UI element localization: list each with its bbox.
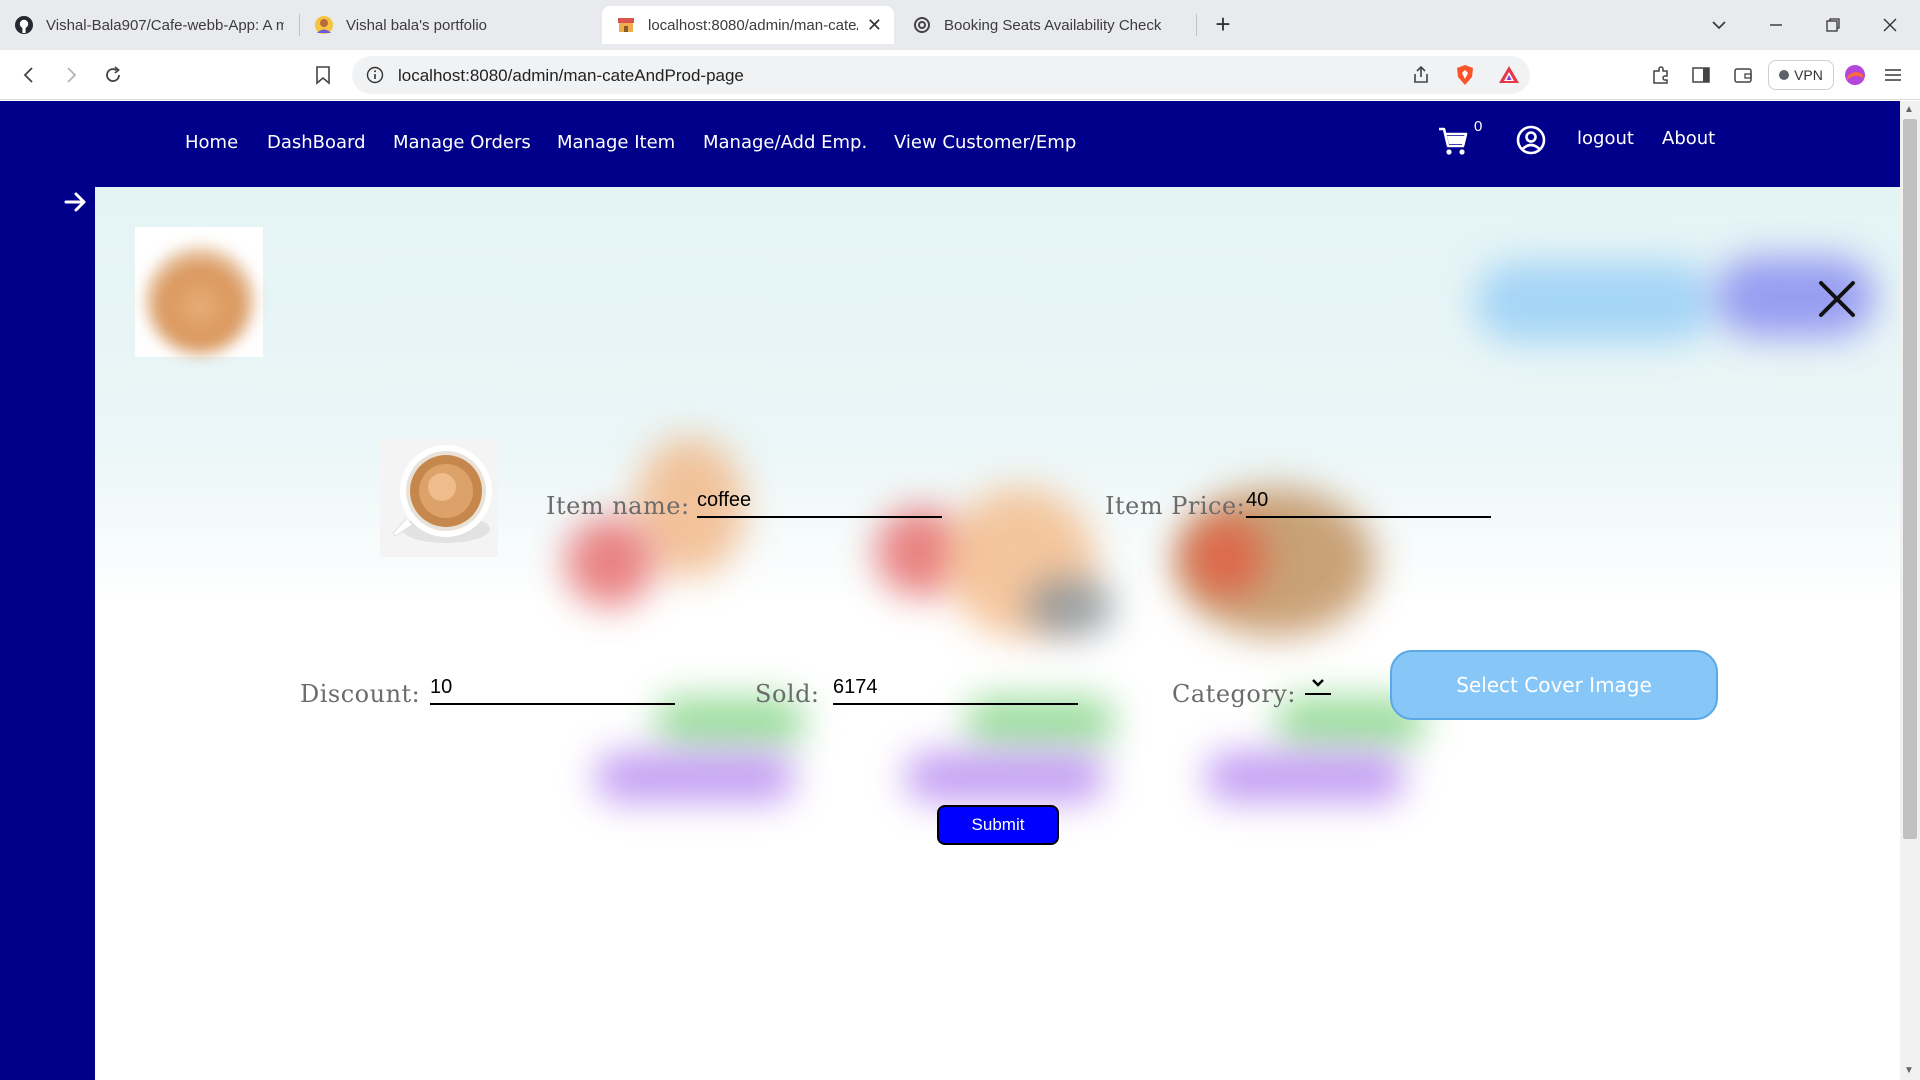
nav-dashboard[interactable]: DashBoard (267, 132, 366, 153)
blurred-background-button (905, 752, 1105, 802)
site-info-icon[interactable] (364, 64, 386, 86)
tab-localhost-active[interactable]: localhost:8080/admin/man-cateAn ✕ (602, 6, 894, 44)
account-icon[interactable] (1515, 124, 1547, 156)
sidebar-toggle-icon[interactable] (1688, 62, 1714, 88)
blurred-background-button (595, 752, 795, 802)
page-scrollbar[interactable]: ▲ ▼ (1900, 101, 1920, 1080)
url-text: localhost:8080/admin/man-cateAndProd-pag… (398, 66, 744, 85)
close-window-icon[interactable] (1875, 10, 1905, 40)
nav-manage-add-emp[interactable]: Manage/Add Emp. (703, 132, 867, 153)
submit-button[interactable]: Submit (937, 805, 1059, 845)
arrow-right-icon[interactable] (62, 188, 90, 216)
item-price-label: Item Price: (1105, 492, 1246, 520)
nav-view-customer-emp[interactable]: View Customer/Emp (894, 132, 1076, 153)
tab-close-icon[interactable]: ✕ (867, 15, 882, 36)
blurred-background-button (1205, 752, 1405, 802)
sold-label: Sold: (755, 680, 820, 708)
sold-input[interactable] (833, 673, 1078, 705)
manage-item-content: Item name: Item Price: Discount: Sold: C… (95, 187, 1900, 1080)
reload-icon[interactable] (100, 62, 126, 88)
vpn-button[interactable]: VPN (1768, 60, 1834, 90)
nav-manage-item[interactable]: Manage Item (557, 132, 675, 153)
item-name-input[interactable] (697, 486, 942, 518)
openai-icon (912, 15, 932, 35)
tab-label: Booking Seats Availability Check (944, 16, 1162, 34)
about-link[interactable]: About (1662, 128, 1715, 149)
page-viewport: Home DashBoard Manage Orders Manage Item… (0, 101, 1900, 1080)
tab-list-chevron-icon[interactable] (1704, 10, 1734, 40)
select-cover-image-button[interactable]: Select Cover Image (1390, 650, 1718, 720)
cart-icon[interactable] (1436, 124, 1470, 158)
blurred-coffee-image (145, 245, 255, 355)
share-icon[interactable] (1408, 62, 1434, 88)
discount-input[interactable] (430, 673, 675, 705)
discount-label: Discount: (300, 680, 421, 708)
coffee-cup-icon (380, 439, 498, 557)
extensions-icon[interactable] (1648, 62, 1674, 88)
vpn-status-icon (1779, 70, 1790, 80)
brave-rewards-icon[interactable] (1496, 62, 1522, 88)
tab-separator (1196, 14, 1197, 36)
blurred-background-button (1475, 262, 1715, 342)
blurred-product-image (1025, 577, 1115, 637)
address-bar[interactable]: localhost:8080/admin/man-cateAndProd-pag… (352, 56, 1530, 94)
restore-icon[interactable] (1818, 10, 1848, 40)
tab-portfolio[interactable]: Vishal bala's portfolio (300, 6, 598, 44)
browser-tab-bar: Vishal-Bala907/Cafe-webb-App: A more Vis… (0, 0, 1920, 50)
avatar-icon (314, 15, 334, 35)
new-tab-button[interactable]: + (1208, 10, 1238, 40)
forward-icon[interactable] (58, 62, 84, 88)
tab-label: localhost:8080/admin/man-cateAn (648, 16, 858, 34)
top-navbar: Home DashBoard Manage Orders Manage Item… (0, 101, 1900, 187)
brave-profile-icon[interactable] (1842, 62, 1868, 88)
nav-home[interactable]: Home (185, 132, 238, 153)
item-name-label: Item name: (546, 492, 690, 520)
cart-count-badge: 0 (1474, 118, 1483, 135)
cafe-favicon-icon (616, 15, 636, 35)
item-price-input[interactable] (1246, 486, 1491, 518)
tab-github[interactable]: Vishal-Bala907/Cafe-webb-App: A more (0, 6, 298, 44)
scroll-up-icon[interactable]: ▲ (1904, 104, 1914, 115)
tab-label: Vishal-Bala907/Cafe-webb-App: A more (46, 16, 284, 34)
category-label: Category: (1172, 680, 1296, 708)
blurred-product-image (1185, 517, 1265, 597)
github-icon (14, 15, 34, 35)
brave-shields-icon[interactable] (1452, 62, 1478, 88)
item-image-preview (380, 439, 498, 557)
browser-toolbar: localhost:8080/admin/man-cateAndProd-pag… (0, 50, 1920, 100)
category-select[interactable] (1305, 673, 1331, 695)
wallet-icon[interactable] (1730, 62, 1756, 88)
tab-booking[interactable]: Booking Seats Availability Check (898, 6, 1196, 44)
side-panel (0, 187, 95, 1080)
blurred-product-image (565, 517, 655, 607)
nav-manage-orders[interactable]: Manage Orders (393, 132, 531, 153)
tab-label: Vishal bala's portfolio (346, 16, 488, 34)
chevron-down-icon (1312, 679, 1324, 687)
bookmark-icon[interactable] (310, 62, 336, 88)
scrollbar-thumb[interactable] (1903, 119, 1917, 839)
menu-icon[interactable] (1880, 62, 1906, 88)
blurred-coffee-thumbnail (135, 227, 263, 357)
scroll-down-icon[interactable]: ▼ (1904, 1065, 1914, 1076)
close-icon[interactable] (1815, 277, 1859, 321)
vpn-label: VPN (1794, 67, 1823, 83)
back-icon[interactable] (16, 62, 42, 88)
minimize-icon[interactable] (1761, 10, 1791, 40)
logout-link[interactable]: logout (1577, 128, 1634, 149)
